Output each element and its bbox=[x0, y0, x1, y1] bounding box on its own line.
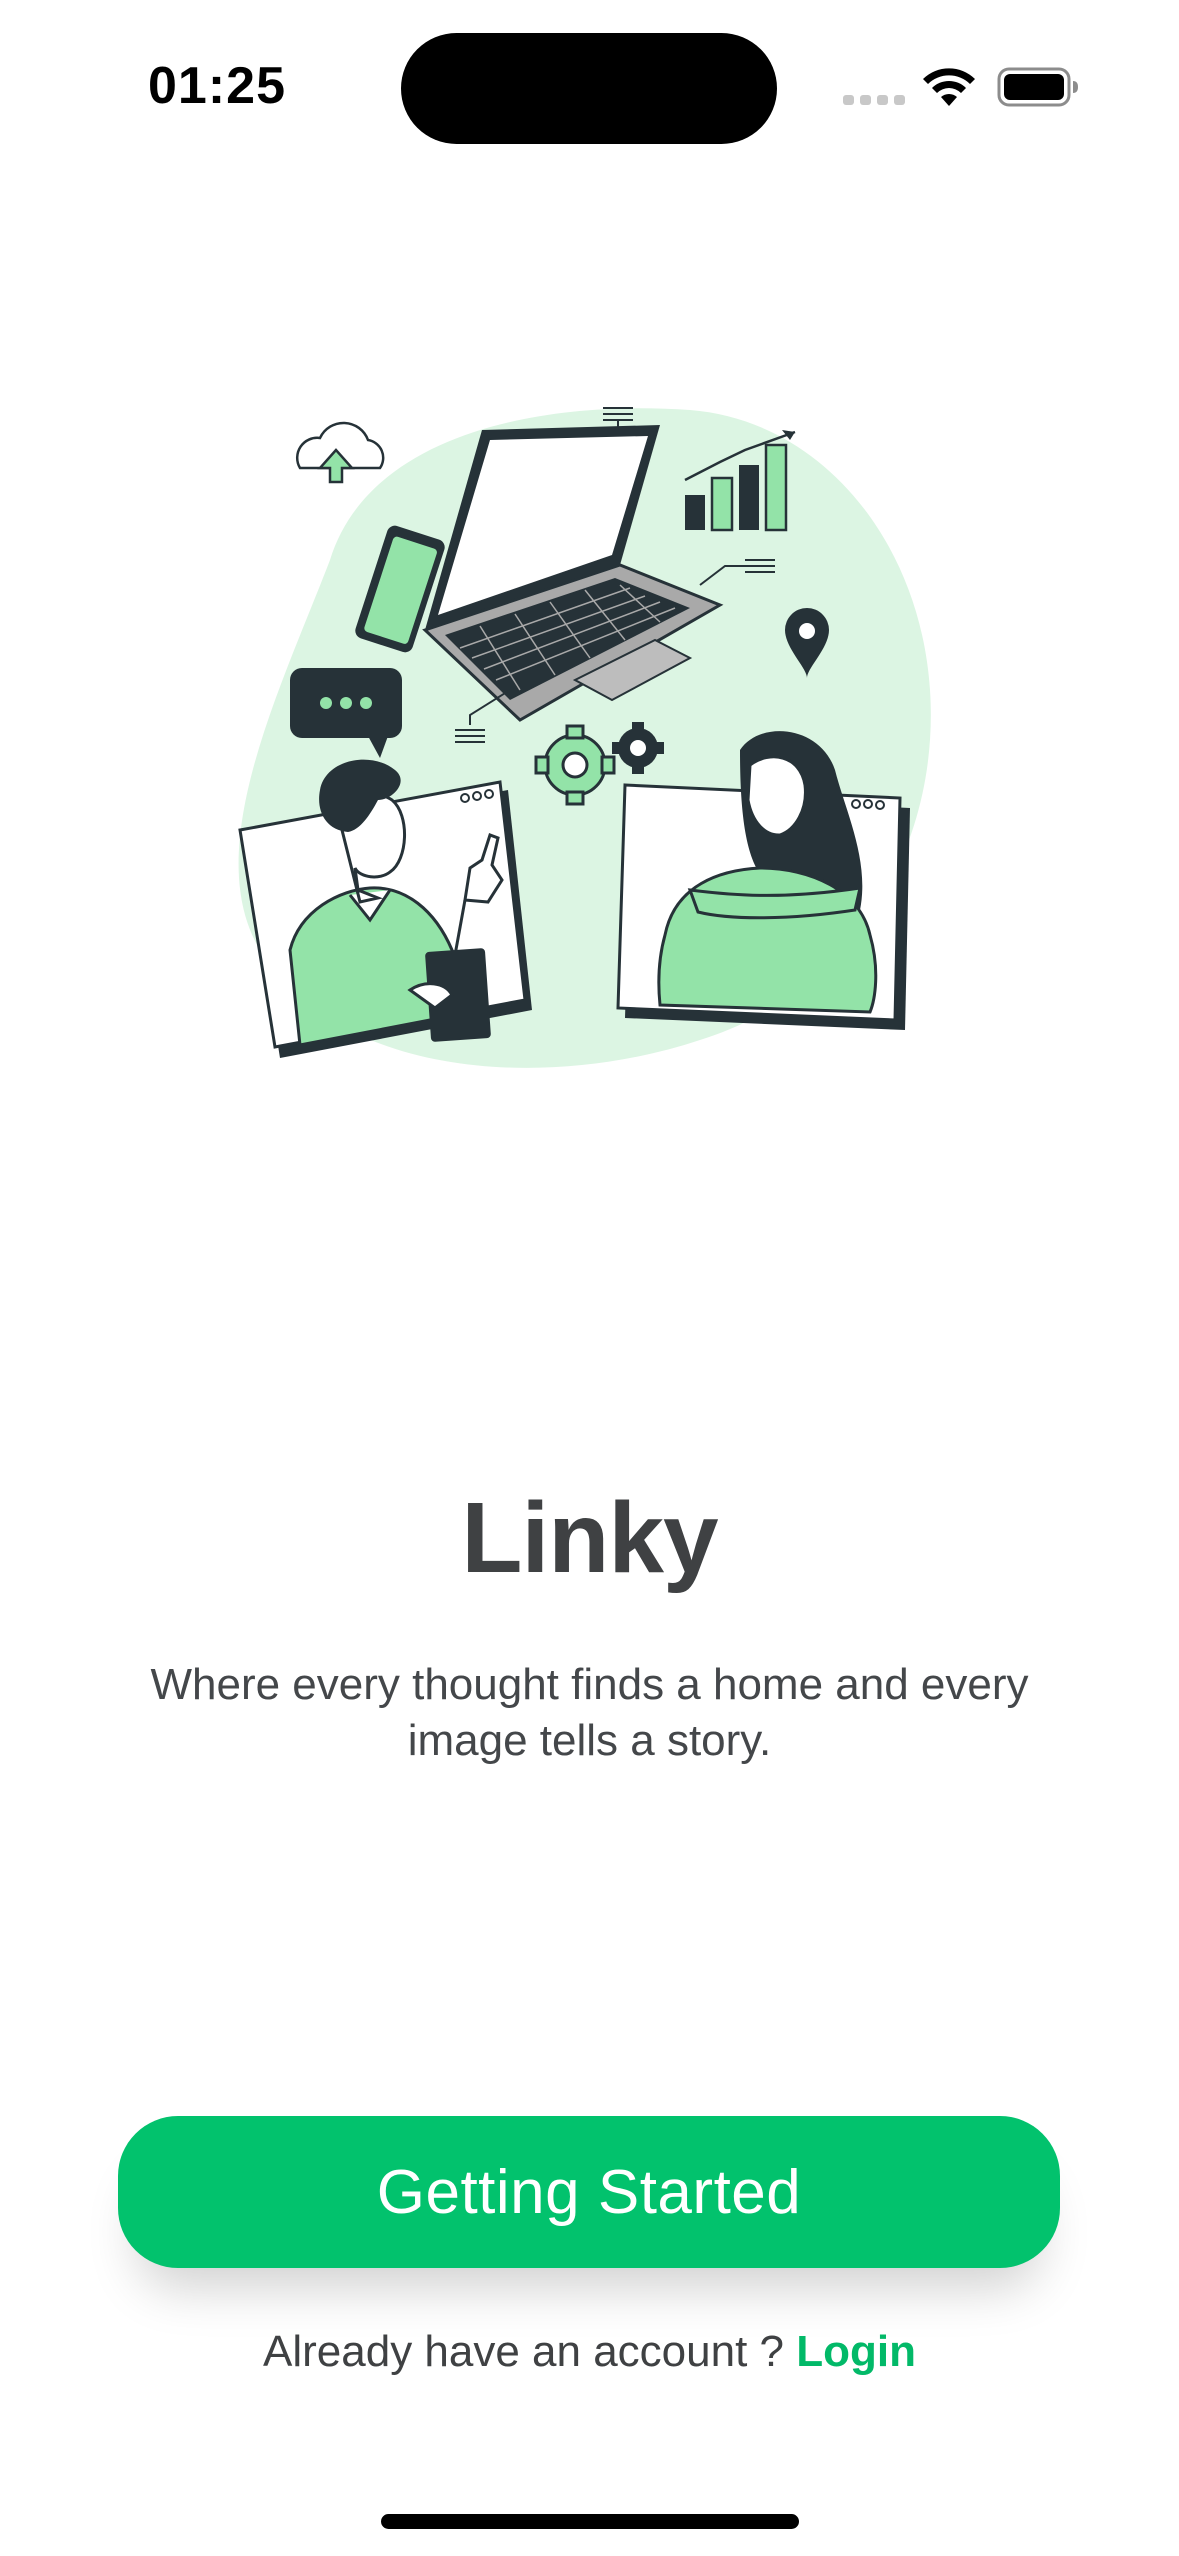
status-time: 01:25 bbox=[148, 57, 286, 115]
home-indicator[interactable] bbox=[381, 2514, 799, 2529]
cloud-upload-icon bbox=[295, 421, 385, 484]
app-title: Linky bbox=[461, 1482, 718, 1594]
tagline: Where every thought finds a home and eve… bbox=[150, 1660, 1029, 1765]
login-link[interactable]: Login bbox=[796, 2327, 916, 2376]
dynamic-island bbox=[401, 33, 777, 144]
hero-illustration bbox=[220, 390, 960, 1090]
remote-communication-illustration bbox=[238, 407, 931, 1068]
battery-icon bbox=[997, 67, 1078, 107]
login-row: Already have an account ? Login bbox=[0, 2322, 1179, 2382]
status-bar: 01:25 bbox=[0, 0, 1179, 170]
cellular-signal-icon bbox=[843, 95, 905, 105]
wifi-icon bbox=[923, 68, 975, 106]
login-prompt: Already have an account ? bbox=[263, 2327, 797, 2376]
getting-started-button[interactable]: Getting Started bbox=[118, 2116, 1060, 2268]
